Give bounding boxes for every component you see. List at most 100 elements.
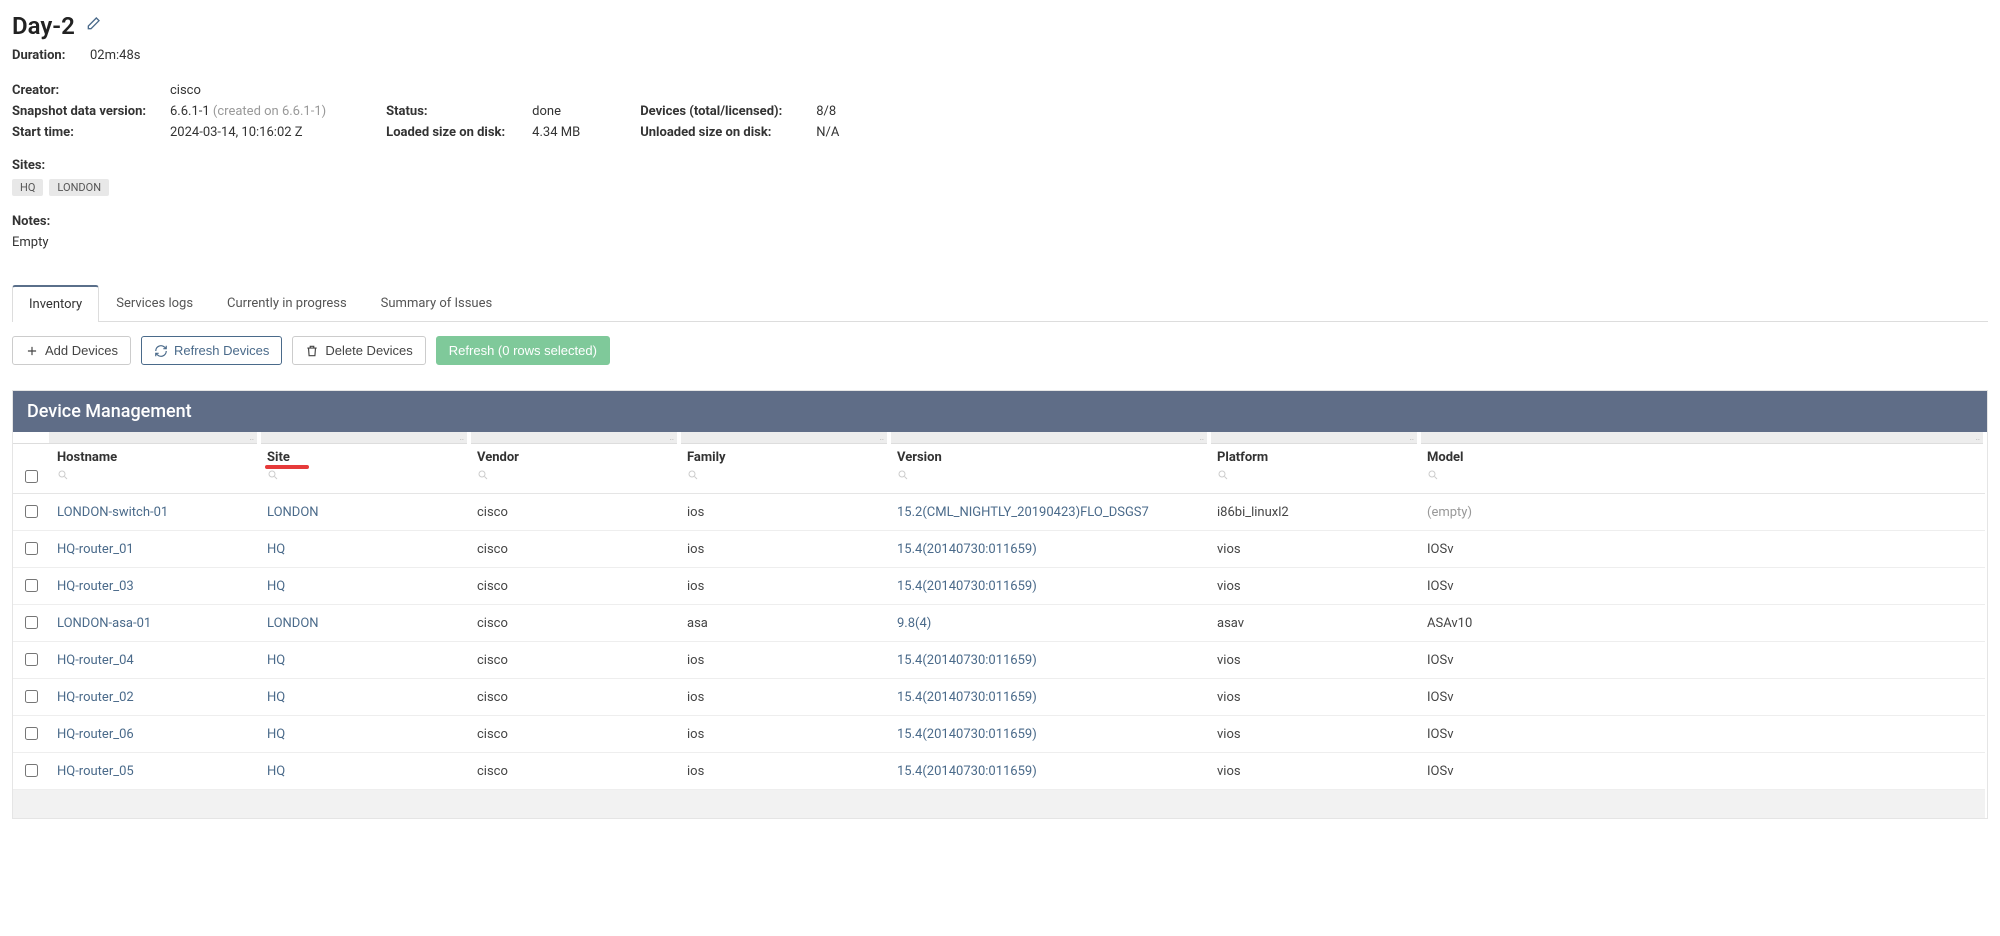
row-checkbox[interactable] xyxy=(25,727,38,740)
devices-label: Devices (total/licensed): xyxy=(640,104,810,119)
hostname-link[interactable]: HQ-router_02 xyxy=(57,690,134,705)
column-resize-handle[interactable]: .. xyxy=(49,432,259,444)
delete-devices-label: Delete Devices xyxy=(325,343,412,358)
model-cell: IOSv xyxy=(1419,679,1985,716)
tab-currently-in-progress[interactable]: Currently in progress xyxy=(210,285,364,322)
refresh-selected-label: Refresh (0 rows selected) xyxy=(449,343,597,358)
row-checkbox[interactable] xyxy=(25,542,38,555)
family-cell: ios xyxy=(679,753,889,790)
site-link[interactable]: LONDON xyxy=(267,616,319,631)
family-cell: ios xyxy=(679,642,889,679)
filter-site[interactable] xyxy=(259,467,469,494)
delete-devices-button[interactable]: Delete Devices xyxy=(292,336,425,365)
notes-value: Empty xyxy=(12,235,1988,250)
filter-family[interactable] xyxy=(679,467,889,494)
site-badge[interactable]: LONDON xyxy=(49,179,109,196)
row-checkbox[interactable] xyxy=(25,764,38,777)
page-title: Day-2 xyxy=(12,12,75,40)
column-header-family[interactable]: Family xyxy=(679,444,889,468)
duration-value: 02m:48s xyxy=(90,48,140,63)
site-link[interactable]: HQ xyxy=(267,727,285,742)
row-checkbox[interactable] xyxy=(25,579,38,592)
loaded-size-label: Loaded size on disk: xyxy=(386,125,526,140)
table-row: HQ-router_03HQciscoios15.4(20140730:0116… xyxy=(13,568,1985,605)
table-row: LONDON-asa-01LONDONciscoasa9.8(4)asavASA… xyxy=(13,605,1985,642)
filter-model[interactable] xyxy=(1419,467,1985,494)
model-cell: IOSv xyxy=(1419,642,1985,679)
filter-platform[interactable] xyxy=(1209,467,1419,494)
family-cell: ios xyxy=(679,679,889,716)
hostname-link[interactable]: LONDON-asa-01 xyxy=(57,616,151,631)
model-cell: IOSv xyxy=(1419,568,1985,605)
filter-hostname[interactable] xyxy=(49,467,259,494)
hostname-link[interactable]: HQ-router_01 xyxy=(57,542,134,557)
filter-version[interactable] xyxy=(889,467,1209,494)
version-link[interactable]: 9.8(4) xyxy=(897,616,931,631)
column-resize-handle[interactable]: .. xyxy=(679,432,889,444)
family-cell: ios xyxy=(679,494,889,531)
vendor-cell: cisco xyxy=(469,494,679,531)
column-header-vendor[interactable]: Vendor xyxy=(469,444,679,468)
row-checkbox[interactable] xyxy=(25,653,38,666)
start-time-label: Start time: xyxy=(12,125,164,140)
notes-label: Notes: xyxy=(12,214,1988,229)
filter-vendor[interactable] xyxy=(469,467,679,494)
platform-cell: asav xyxy=(1209,605,1419,642)
version-link[interactable]: 15.4(20140730:011659) xyxy=(897,542,1037,557)
column-header-version[interactable]: Version xyxy=(889,444,1209,468)
platform-cell: i86bi_linuxl2 xyxy=(1209,494,1419,531)
tab-inventory[interactable]: Inventory xyxy=(12,285,99,322)
version-link[interactable]: 15.4(20140730:011659) xyxy=(897,690,1037,705)
column-resize-handle[interactable]: .. xyxy=(1209,432,1419,444)
platform-cell: vios xyxy=(1209,642,1419,679)
version-link[interactable]: 15.4(20140730:011659) xyxy=(897,579,1037,594)
column-resize-handle[interactable]: .. xyxy=(889,432,1209,444)
version-link[interactable]: 15.4(20140730:011659) xyxy=(897,764,1037,779)
row-checkbox[interactable] xyxy=(25,505,38,518)
refresh-devices-button[interactable]: Refresh Devices xyxy=(141,336,282,365)
tab-services-logs[interactable]: Services logs xyxy=(99,285,210,322)
snapshot-label: Snapshot data version: xyxy=(12,104,164,119)
column-header-model[interactable]: Model xyxy=(1419,444,1985,468)
table-row: HQ-router_05HQciscoios15.4(20140730:0116… xyxy=(13,753,1985,790)
version-link[interactable]: 15.4(20140730:011659) xyxy=(897,727,1037,742)
vendor-cell: cisco xyxy=(469,568,679,605)
column-resize-handle[interactable]: .. xyxy=(1419,432,1985,444)
column-header-site[interactable]: Site xyxy=(259,444,469,468)
edit-icon[interactable] xyxy=(85,16,101,36)
table-row: LONDON-switch-01 LONDON ciscoios 15.2(CML_N… xyxy=(13,494,1985,531)
column-header-platform[interactable]: Platform xyxy=(1209,444,1419,468)
hostname-link[interactable]: HQ-router_06 xyxy=(57,727,134,742)
refresh-devices-label: Refresh Devices xyxy=(174,343,269,358)
snapshot-suffix: (created on 6.6.1-1) xyxy=(213,104,326,119)
add-devices-button[interactable]: Add Devices xyxy=(12,336,131,365)
site-link[interactable]: HQ xyxy=(267,764,285,779)
refresh-selected-button[interactable]: Refresh (0 rows selected) xyxy=(436,336,610,365)
version-link[interactable]: 15.4(20140730:011659) xyxy=(897,653,1037,668)
hostname-link[interactable]: HQ-router_04 xyxy=(57,653,134,668)
version-link[interactable]: 15.2(CML_NIGHTLY_20190423)FLO_DSGS7 xyxy=(897,505,1149,520)
select-all-checkbox[interactable] xyxy=(25,470,38,483)
hostname-link[interactable]: LONDON-switch-01 xyxy=(57,505,168,520)
row-checkbox[interactable] xyxy=(25,616,38,629)
add-devices-label: Add Devices xyxy=(45,343,118,358)
tab-summary-of-issues[interactable]: Summary of Issues xyxy=(364,285,510,322)
start-time-value: 2024-03-14, 10:16:02 Z xyxy=(170,125,303,140)
site-link[interactable]: HQ xyxy=(267,579,285,594)
column-header-hostname[interactable]: Hostname xyxy=(49,444,259,468)
model-cell: IOSv xyxy=(1419,531,1985,568)
site-link[interactable]: HQ xyxy=(267,653,285,668)
column-resize-handle[interactable]: .. xyxy=(259,432,469,444)
site-badge[interactable]: HQ xyxy=(12,179,43,196)
hostname-link[interactable]: HQ-router_03 xyxy=(57,579,134,594)
row-checkbox[interactable] xyxy=(25,690,38,703)
site-link[interactable]: LONDON xyxy=(267,505,319,520)
site-link[interactable]: HQ xyxy=(267,690,285,705)
site-link[interactable]: HQ xyxy=(267,542,285,557)
column-resize-handle[interactable]: .. xyxy=(469,432,679,444)
model-cell: IOSv xyxy=(1419,716,1985,753)
vendor-cell: cisco xyxy=(469,531,679,568)
creator-label: Creator: xyxy=(12,83,164,98)
family-cell: ios xyxy=(679,716,889,753)
hostname-link[interactable]: HQ-router_05 xyxy=(57,764,134,779)
